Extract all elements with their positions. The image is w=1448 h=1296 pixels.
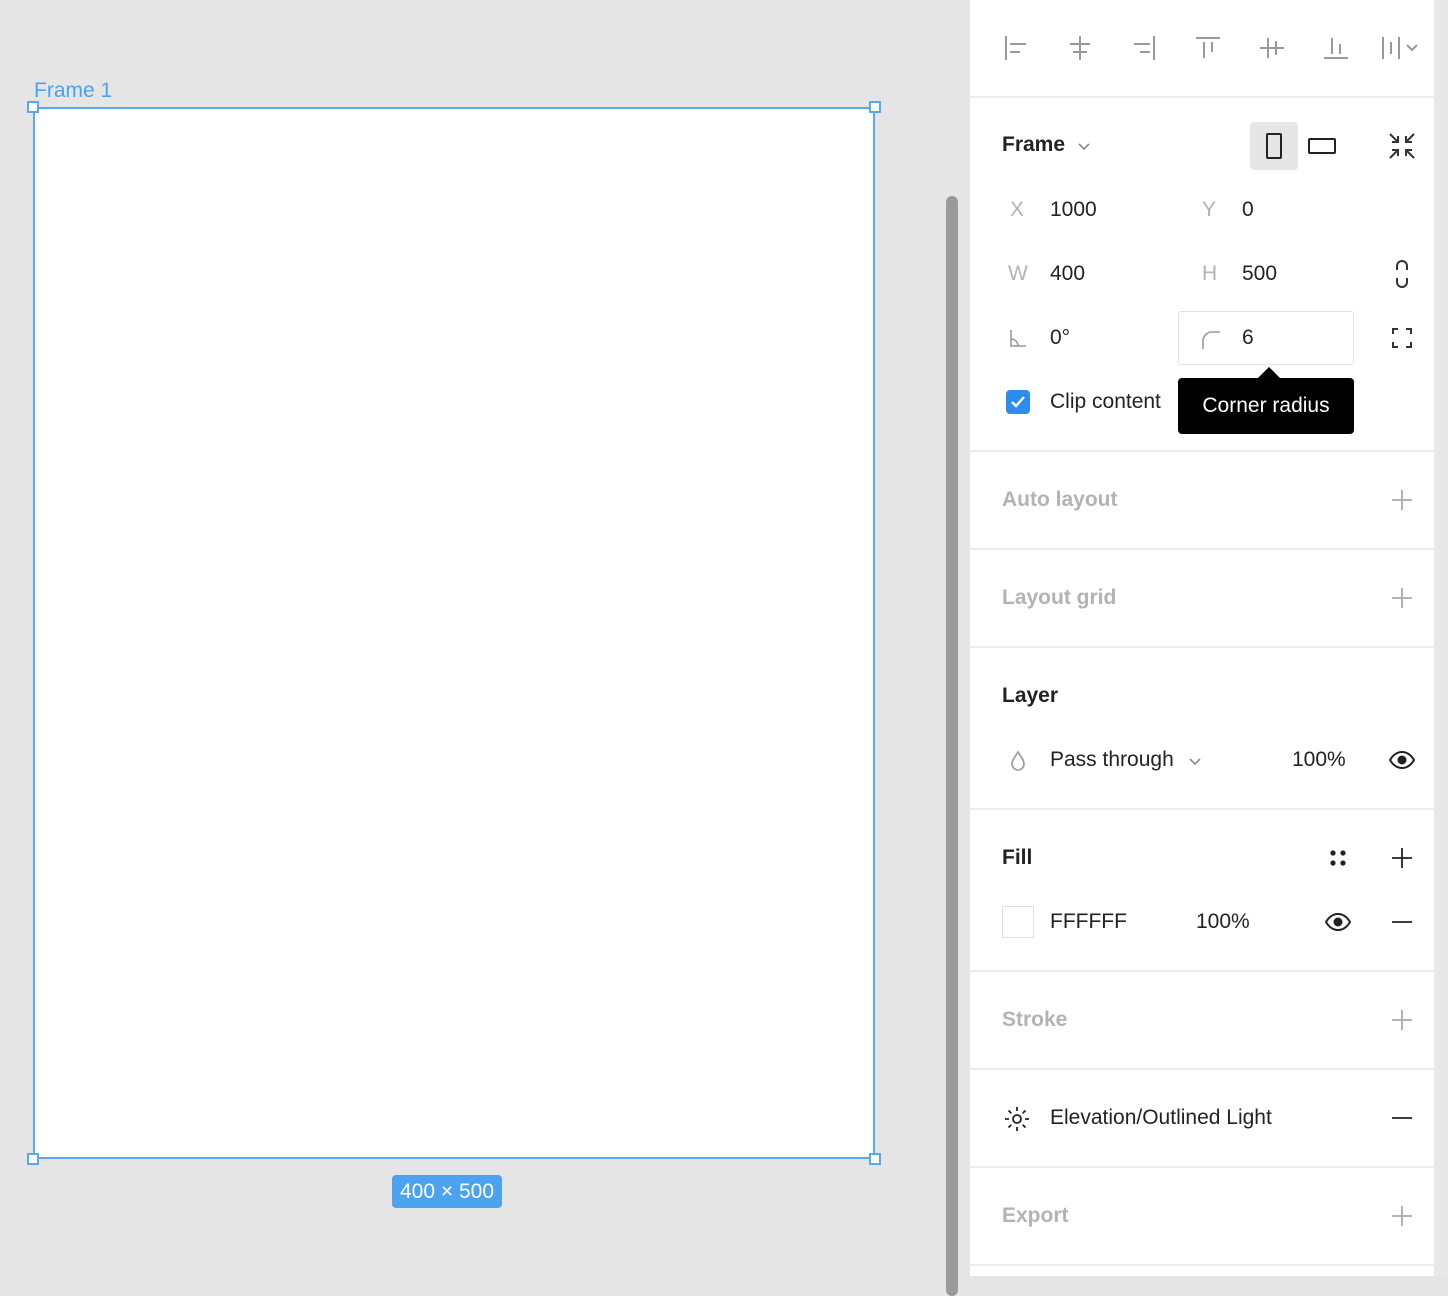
- divider: [970, 808, 1434, 810]
- frame-name-label[interactable]: Frame 1: [34, 79, 112, 103]
- eye-icon[interactable]: [1386, 748, 1418, 772]
- distribute-icon[interactable]: [1380, 32, 1424, 64]
- align-bottom-icon[interactable]: [1320, 32, 1352, 64]
- layer-header: Layer: [1002, 684, 1059, 707]
- check-icon: [1011, 396, 1025, 408]
- frame-type-dropdown[interactable]: Frame: [1002, 133, 1091, 157]
- frame-type-label: Frame: [1002, 133, 1066, 156]
- w-input[interactable]: 400: [1050, 262, 1085, 286]
- divider: [970, 970, 1434, 972]
- h-label: H: [1202, 262, 1218, 285]
- align-horizontal-center-icon[interactable]: [1064, 32, 1096, 64]
- frame-1[interactable]: [33, 107, 875, 1159]
- export-header[interactable]: Export: [1002, 1204, 1069, 1228]
- corner-radius-icon: [1199, 328, 1223, 352]
- resize-handle-bottom-left[interactable]: [27, 1153, 39, 1165]
- add-layout-grid-icon[interactable]: [1388, 584, 1416, 612]
- blend-mode-value: Pass through: [1050, 748, 1174, 771]
- fill-visibility-eye-icon[interactable]: [1322, 910, 1354, 934]
- align-right-icon[interactable]: [1128, 32, 1160, 64]
- canvas-scrollbar[interactable]: [944, 0, 970, 1296]
- rotation-icon: [1006, 326, 1030, 350]
- panel-scroll-edge: [1434, 0, 1448, 1276]
- portrait-icon: [1266, 133, 1282, 159]
- size-badge: 400 × 500: [392, 1175, 503, 1208]
- y-input[interactable]: 0: [1242, 198, 1254, 222]
- layout-grid-header[interactable]: Layout grid: [1002, 586, 1116, 610]
- add-fill-icon[interactable]: [1388, 844, 1416, 872]
- resize-handle-top-left[interactable]: [27, 101, 39, 113]
- clip-content-label[interactable]: Clip content: [1050, 390, 1161, 414]
- align-left-icon[interactable]: [1000, 32, 1032, 64]
- corner-radius-field[interactable]: 6: [1178, 311, 1354, 365]
- corner-radius-input[interactable]: 6: [1242, 326, 1254, 350]
- corner-radius-tooltip: Corner radius: [1178, 378, 1354, 434]
- x-label: X: [1010, 198, 1025, 221]
- independent-corners-icon[interactable]: [1388, 324, 1416, 352]
- align-top-icon[interactable]: [1192, 32, 1224, 64]
- rotation-input[interactable]: 0°: [1050, 326, 1070, 350]
- clip-content-checkbox[interactable]: [1006, 390, 1030, 414]
- add-export-icon[interactable]: [1388, 1202, 1416, 1230]
- x-input[interactable]: 1000: [1050, 198, 1097, 222]
- auto-layout-header[interactable]: Auto layout: [1002, 488, 1118, 512]
- resize-handle-top-right[interactable]: [869, 101, 881, 113]
- fill-color-swatch[interactable]: [1002, 906, 1034, 938]
- tooltip-arrow: [1258, 367, 1280, 378]
- remove-effect-icon[interactable]: [1388, 1104, 1416, 1132]
- effect-sun-icon[interactable]: [1002, 1104, 1032, 1134]
- constrain-proportions-icon[interactable]: [1388, 258, 1416, 290]
- scrollbar-thumb[interactable]: [946, 196, 958, 1296]
- align-vertical-center-icon[interactable]: [1256, 32, 1288, 64]
- resize-to-fit-icon[interactable]: [1382, 128, 1422, 164]
- w-label: W: [1008, 262, 1028, 285]
- stroke-header[interactable]: Stroke: [1002, 1008, 1067, 1032]
- h-input[interactable]: 500: [1242, 262, 1277, 286]
- chevron-down-icon: [1077, 133, 1091, 157]
- landscape-icon: [1308, 138, 1336, 154]
- divider: [970, 1264, 1434, 1266]
- divider: [970, 450, 1434, 452]
- layer-opacity-input[interactable]: 100%: [1292, 748, 1346, 772]
- y-label: Y: [1202, 198, 1217, 221]
- fill-opacity-input[interactable]: 100%: [1196, 910, 1250, 934]
- add-stroke-icon[interactable]: [1388, 1006, 1416, 1034]
- divider: [970, 96, 1434, 98]
- divider: [970, 1068, 1434, 1070]
- properties-panel: Frame X 1000 Y 0 W 400 H 500 0° 6 Clip c…: [970, 0, 1434, 1276]
- blend-mode-dropdown[interactable]: Pass through: [1050, 748, 1202, 772]
- fill-header: Fill: [1002, 846, 1033, 869]
- resize-handle-bottom-right[interactable]: [869, 1153, 881, 1165]
- portrait-button[interactable]: [1250, 122, 1298, 170]
- remove-fill-icon[interactable]: [1388, 908, 1416, 936]
- divider: [970, 1166, 1434, 1168]
- fill-hex-input[interactable]: FFFFFF: [1050, 910, 1127, 934]
- effect-style-name[interactable]: Elevation/Outlined Light: [1050, 1106, 1272, 1130]
- blend-mode-icon: [1006, 748, 1030, 774]
- divider: [970, 646, 1434, 648]
- chevron-down-icon: [1188, 748, 1202, 772]
- styles-grid-icon[interactable]: [1324, 844, 1352, 872]
- landscape-button[interactable]: [1298, 122, 1346, 170]
- add-auto-layout-icon[interactable]: [1388, 486, 1416, 514]
- canvas[interactable]: Frame 1 400 × 500: [0, 0, 944, 1276]
- divider: [970, 548, 1434, 550]
